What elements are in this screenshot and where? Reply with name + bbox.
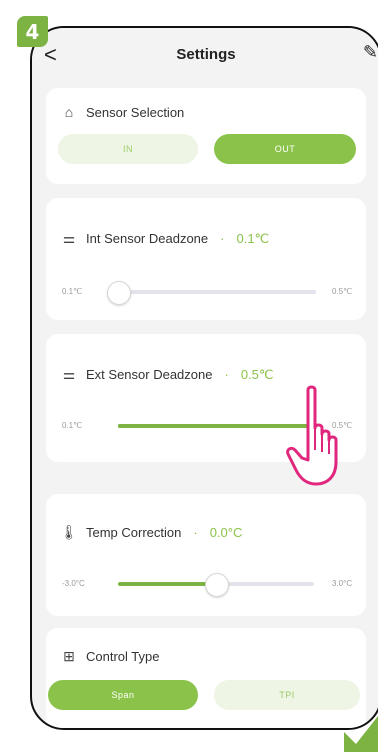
int-deadzone-card: ⚌ Int Sensor Deadzone · 0.1℃ 0.1℃ 0.5℃: [46, 198, 366, 320]
sliders-icon: ⚌: [62, 230, 76, 246]
sensor-out-button[interactable]: OUT: [214, 134, 356, 164]
int-deadzone-max: 0.5℃: [332, 287, 353, 296]
temp-correction-min: -3.0°C: [62, 579, 85, 588]
temp-correction-header: 🌡 Temp Correction · 0.0°C: [60, 524, 242, 541]
int-deadzone-header: ⚌ Int Sensor Deadzone · 0.1℃: [60, 230, 269, 247]
separator-dot: ·: [220, 231, 225, 246]
grid-icon: ⊞: [63, 648, 75, 664]
sliders-icon: ⚌: [62, 366, 76, 382]
thermometer-icon: 🌡: [60, 524, 78, 540]
control-span-button[interactable]: Span: [48, 680, 198, 710]
int-deadzone-slider[interactable]: [107, 281, 316, 305]
sensor-in-button[interactable]: IN: [58, 134, 198, 164]
pointing-hand-icon: [286, 385, 338, 486]
temp-correction-knob[interactable]: [205, 573, 229, 597]
temp-correction-card: 🌡 Temp Correction · 0.0°C -3.0°C 3.0°C: [46, 494, 366, 616]
ext-deadzone-min: 0.1℃: [62, 421, 83, 430]
ext-deadzone-header: ⚌ Ext Sensor Deadzone · 0.5℃: [60, 366, 274, 383]
check-mark-icon: [344, 716, 378, 752]
int-deadzone-value: 0.1℃: [236, 230, 270, 246]
int-deadzone-label: Int Sensor Deadzone: [86, 231, 209, 246]
sensor-selection-header: ⌂ Sensor Selection: [60, 104, 185, 120]
ext-deadzone-label: Ext Sensor Deadzone: [86, 367, 213, 382]
ext-deadzone-fill: [118, 424, 308, 428]
control-type-label: Control Type: [86, 649, 160, 664]
temp-correction-fill: [118, 582, 216, 586]
top-bar: < Settings ✎: [32, 28, 378, 84]
int-deadzone-knob[interactable]: [107, 281, 131, 305]
temp-correction-label: Temp Correction: [86, 525, 182, 540]
control-type-header: ⊞ Control Type: [60, 648, 159, 665]
ext-deadzone-slider[interactable]: [118, 424, 308, 428]
home-sensor-icon: ⌂: [64, 104, 74, 120]
sensor-selection-card: ⌂ Sensor Selection IN OUT: [46, 88, 366, 184]
temp-correction-value: 0.0°C: [209, 525, 243, 540]
temp-correction-max: 3.0°C: [332, 579, 353, 588]
page-title: Settings: [176, 46, 236, 63]
phone-frame: < Settings ✎ ⌂ Sensor Selection IN OUT ⚌…: [30, 26, 378, 730]
edit-button[interactable]: ✎: [363, 42, 378, 63]
temp-correction-slider[interactable]: [118, 573, 314, 597]
step-badge: 4: [17, 16, 48, 47]
ext-deadzone-value: 0.5℃: [240, 366, 274, 382]
int-deadzone-min: 0.1℃: [62, 287, 83, 296]
control-tpi-button[interactable]: TPI: [214, 680, 360, 710]
control-type-card: ⊞ Control Type Span TPI: [46, 628, 366, 728]
separator-dot: ·: [193, 525, 198, 540]
sensor-selection-label: Sensor Selection: [86, 104, 185, 120]
separator-dot: ·: [224, 367, 229, 382]
